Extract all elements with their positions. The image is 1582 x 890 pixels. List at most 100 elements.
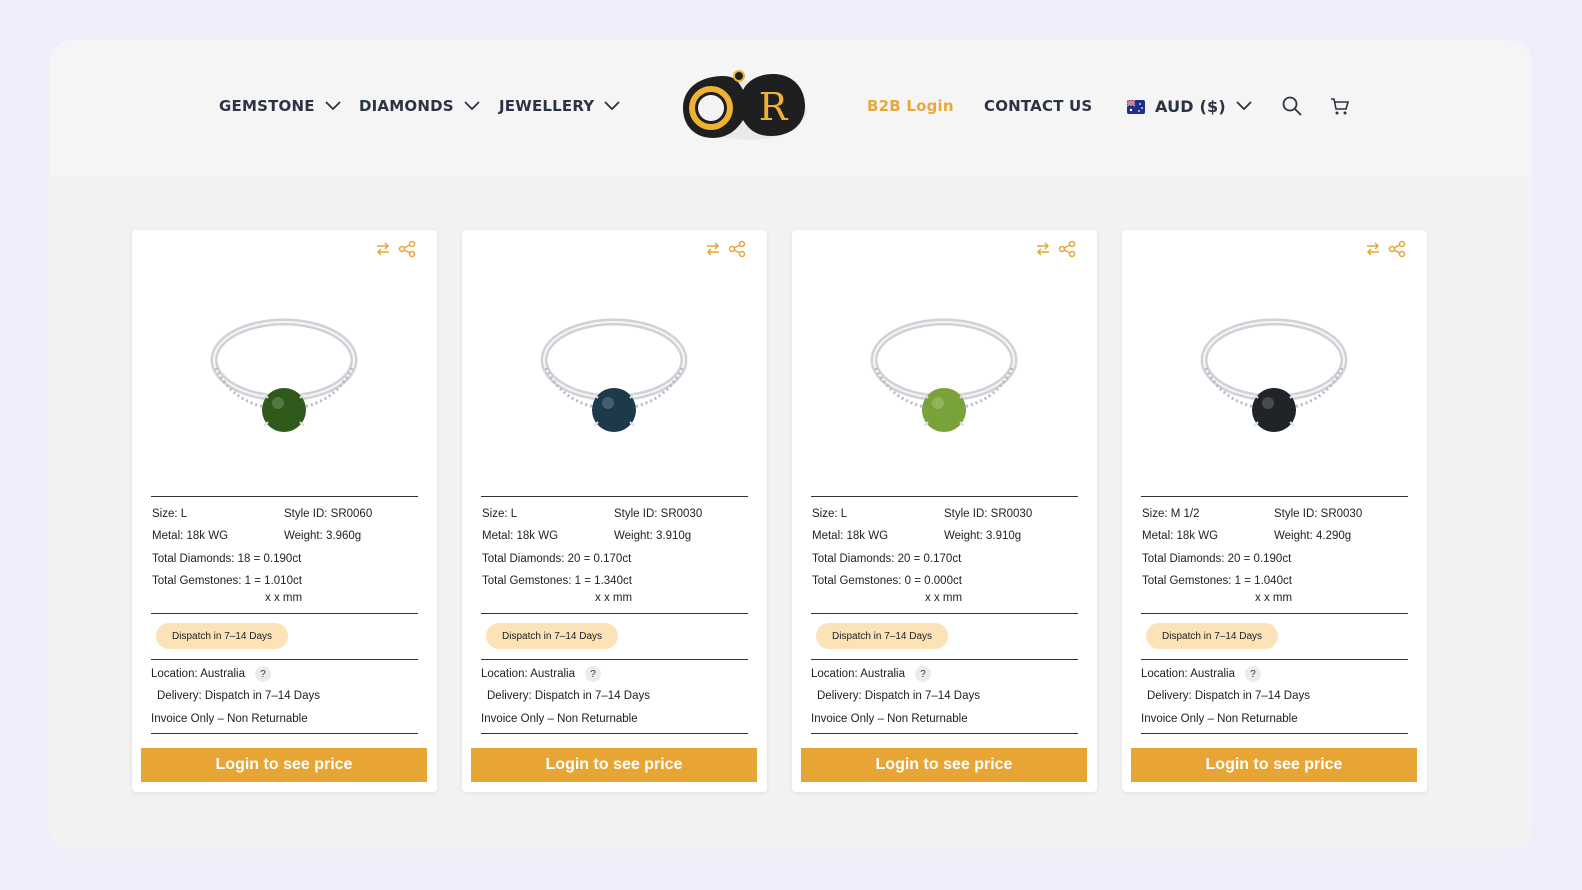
- nav-diamonds-label: DIAMONDS: [359, 97, 454, 115]
- divider: [481, 613, 748, 614]
- divider: [811, 659, 1078, 660]
- card-actions: [374, 240, 416, 258]
- share-icon[interactable]: [728, 240, 746, 258]
- product-image[interactable]: [522, 310, 707, 450]
- compare-icon[interactable]: [704, 240, 722, 258]
- total-diamonds-text: Total Diamonds: 18 = 0.190ct: [152, 553, 302, 565]
- site-header: GEMSTONE DIAMONDS JEWELLERY R B2B Login …: [50, 40, 1532, 176]
- nav-gemstone[interactable]: GEMSTONE: [219, 95, 341, 117]
- invoice-text: Invoice Only – Non Returnable: [151, 713, 308, 725]
- size-text: Size: M 1/2: [1142, 508, 1200, 520]
- metal-text: Metal: 18k WG: [812, 530, 889, 542]
- delivery-text: Delivery: Dispatch in 7–14 Days: [157, 690, 320, 702]
- product-card[interactable]: Size: L Style ID: SR0030 Metal: 18k WG W…: [792, 230, 1097, 792]
- b2b-login-label: B2B Login: [867, 97, 954, 115]
- delivery-text: Delivery: Dispatch in 7–14 Days: [817, 690, 980, 702]
- product-image[interactable]: [852, 310, 1037, 450]
- invoice-text: Invoice Only – Non Returnable: [1141, 713, 1298, 725]
- divider: [1141, 613, 1408, 614]
- chevron-down-icon: [604, 101, 621, 111]
- style-id-text: Style ID: SR0060: [284, 508, 373, 520]
- divider: [811, 733, 1078, 734]
- help-icon[interactable]: ?: [584, 666, 601, 682]
- share-icon[interactable]: [398, 240, 416, 258]
- divider: [151, 496, 418, 497]
- divider: [151, 733, 418, 734]
- metal-text: Metal: 18k WG: [152, 530, 229, 542]
- weight-text: Weight: 3.910g: [614, 530, 692, 542]
- total-diamonds-text: Total Diamonds: 20 = 0.170ct: [812, 553, 962, 565]
- total-gemstones-text: Total Gemstones: 1 = 1.010ct: [152, 575, 302, 587]
- share-icon[interactable]: [1388, 240, 1406, 258]
- help-icon[interactable]: ?: [914, 666, 931, 682]
- divider: [481, 659, 748, 660]
- product-image[interactable]: [1182, 310, 1367, 450]
- style-id-text: Style ID: SR0030: [1274, 508, 1363, 520]
- login-to-see-price-button[interactable]: Login to see price: [1131, 748, 1417, 782]
- invoice-text: Invoice Only – Non Returnable: [811, 713, 968, 725]
- style-id-text: Style ID: SR0030: [614, 508, 703, 520]
- divider: [481, 496, 748, 497]
- search-icon[interactable]: [1281, 95, 1303, 117]
- product-card[interactable]: Size: M 1/2 Style ID: SR0030 Metal: 18k …: [1122, 230, 1427, 792]
- contact-us-link[interactable]: CONTACT US: [984, 95, 1092, 117]
- compare-icon[interactable]: [1034, 240, 1052, 258]
- product-image[interactable]: [192, 310, 377, 450]
- chevron-down-icon: [464, 101, 480, 111]
- dispatch-badge: Dispatch in 7–14 Days: [816, 623, 949, 649]
- location-row: Location: Australia?: [811, 666, 931, 682]
- divider: [481, 733, 748, 734]
- contact-us-label: CONTACT US: [984, 97, 1093, 115]
- location-text: Location: Australia: [811, 668, 905, 681]
- b2b-login-link[interactable]: B2B Login: [867, 95, 954, 117]
- location-row: Location: Australia?: [1141, 666, 1261, 682]
- compare-icon[interactable]: [374, 240, 392, 258]
- dispatch-badge: Dispatch in 7–14 Days: [1146, 623, 1279, 649]
- card-actions: [1034, 240, 1076, 258]
- size-text: Size: L: [482, 508, 518, 520]
- currency-selector[interactable]: AUD ($): [1126, 95, 1252, 117]
- compare-icon[interactable]: [1364, 240, 1382, 258]
- product-card[interactable]: Size: L Style ID: SR0030 Metal: 18k WG W…: [462, 230, 767, 792]
- login-to-see-price-button[interactable]: Login to see price: [141, 748, 427, 782]
- metal-text: Metal: 18k WG: [1142, 530, 1219, 542]
- divider: [151, 613, 418, 614]
- dimensions-text: x x mm: [265, 592, 303, 604]
- nav-jewellery[interactable]: JEWELLERY: [499, 95, 621, 117]
- share-icon[interactable]: [1058, 240, 1076, 258]
- dimensions-text: x x mm: [1255, 592, 1293, 604]
- nav-jewellery-label: JEWELLERY: [499, 97, 595, 115]
- card-actions: [704, 240, 746, 258]
- cart-icon[interactable]: [1329, 95, 1351, 117]
- product-card[interactable]: Size: L Style ID: SR0060 Metal: 18k WG W…: [132, 230, 437, 792]
- divider: [811, 496, 1078, 497]
- login-to-see-price-button[interactable]: Login to see price: [471, 748, 757, 782]
- weight-text: Weight: 3.910g: [944, 530, 1022, 542]
- nav-diamonds[interactable]: DIAMONDS: [359, 95, 480, 117]
- australia-flag-icon: [1126, 99, 1145, 114]
- nav-gemstone-label: GEMSTONE: [219, 97, 315, 115]
- dimensions-text: x x mm: [595, 592, 633, 604]
- divider: [151, 659, 418, 660]
- site-logo[interactable]: R: [677, 68, 809, 144]
- chevron-down-icon: [325, 101, 341, 111]
- chevron-down-icon: [1236, 101, 1252, 111]
- total-gemstones-text: Total Gemstones: 0 = 0.000ct: [812, 575, 962, 587]
- logo-letter: R: [759, 85, 789, 129]
- weight-text: Weight: 3.960g: [284, 530, 362, 542]
- login-to-see-price-button[interactable]: Login to see price: [801, 748, 1087, 782]
- help-icon[interactable]: ?: [254, 666, 271, 682]
- weight-text: Weight: 4.290g: [1274, 530, 1352, 542]
- total-diamonds-text: Total Diamonds: 20 = 0.190ct: [1142, 553, 1292, 565]
- location-text: Location: Australia: [481, 668, 575, 681]
- help-icon[interactable]: ?: [1244, 666, 1261, 682]
- divider: [811, 613, 1078, 614]
- style-id-text: Style ID: SR0030: [944, 508, 1033, 520]
- size-text: Size: L: [812, 508, 848, 520]
- divider: [1141, 659, 1408, 660]
- delivery-text: Delivery: Dispatch in 7–14 Days: [1147, 690, 1310, 702]
- total-diamonds-text: Total Diamonds: 20 = 0.170ct: [482, 553, 632, 565]
- invoice-text: Invoice Only – Non Returnable: [481, 713, 638, 725]
- card-actions: [1364, 240, 1406, 258]
- currency-label: AUD ($): [1155, 96, 1226, 116]
